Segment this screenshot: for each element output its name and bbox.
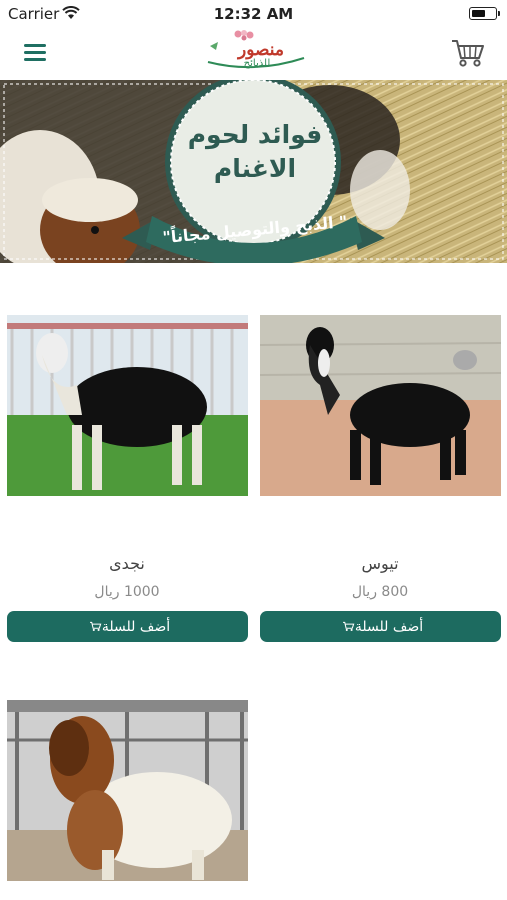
product-price: 800 ريال (351, 584, 409, 600)
tiyos-goat-image (260, 315, 501, 496)
status-time: 12:32 AM (213, 5, 294, 23)
brand-logo[interactable]: منصور للذبائح (200, 28, 310, 78)
battery-icon (469, 7, 500, 20)
hamburger-menu-icon[interactable] (24, 44, 46, 62)
status-bar: Carrier 12:32 AM (0, 0, 507, 28)
product-price: 1000 ريال (94, 584, 160, 600)
najdi-sheep-image (7, 315, 248, 496)
cart-small-icon (89, 621, 102, 631)
product-image-tiyos[interactable] (260, 315, 501, 496)
cart-small-icon (342, 621, 355, 631)
product-name: نجدى (109, 554, 145, 573)
add-to-cart-button[interactable]: أضف للسلة (260, 611, 501, 642)
add-to-cart-label: أضف للسلة (101, 618, 171, 635)
shopping-cart-icon[interactable] (450, 37, 486, 69)
banner-title: فوائد لحوم الاغنام (187, 120, 323, 183)
add-to-cart-button[interactable]: أضف للسلة (7, 611, 248, 642)
third-sheep-image (7, 700, 248, 881)
add-to-cart-label: أضف للسلة (354, 618, 424, 635)
product-image-najdi[interactable] (7, 315, 248, 496)
nav-bar: منصور للذبائح (0, 28, 507, 80)
promo-banner[interactable]: فوائد لحوم الاغنام " الذبح والتوصيل مجان… (0, 80, 507, 263)
logo-text: منصور (238, 40, 284, 60)
logo-subtext: للذبائح (243, 58, 271, 69)
product-image-third[interactable] (7, 700, 248, 881)
product-name: تيوس (361, 554, 399, 573)
